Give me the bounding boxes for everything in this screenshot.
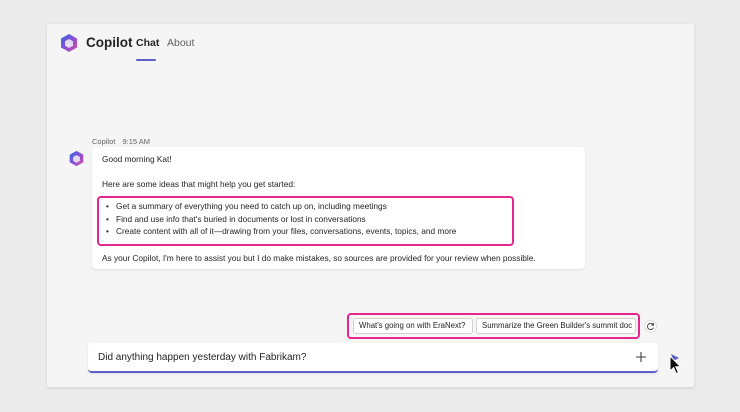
refresh-icon[interactable] [644, 320, 657, 333]
idea-item: Get a summary of everything you need to … [106, 201, 456, 215]
suggestion-chip-green-builder[interactable]: Summarize the Green Builder's summit doc [476, 318, 636, 334]
message-sender: Copilot [92, 137, 116, 146]
suggestions-highlight: What's going on with EraNext? Summarize … [347, 313, 640, 339]
ideas-highlight: Get a summary of everything you need to … [97, 196, 514, 246]
message-time: 9:15 AM [122, 137, 150, 146]
message-meta: Copilot 9:15 AM [92, 137, 150, 146]
copilot-logo-icon [61, 34, 77, 52]
app-header: Copilot Chat About [47, 24, 694, 62]
message-composer [88, 343, 658, 373]
mouse-pointer-icon [669, 355, 682, 375]
copilot-avatar-icon [69, 150, 84, 167]
message-intro: Here are some ideas that might help you … [102, 179, 296, 189]
active-tab-indicator [136, 59, 156, 61]
tab-about[interactable]: About [167, 37, 194, 49]
suggestion-chip-eranext[interactable]: What's going on with EraNext? [353, 318, 473, 334]
message-greeting: Good morning Kat! [102, 154, 172, 164]
idea-item: Create content with all of it—drawing fr… [106, 226, 456, 240]
message-outro: As your Copilot, I'm here to assist you … [102, 253, 536, 263]
message-input[interactable] [98, 348, 618, 366]
ideas-list: Get a summary of everything you need to … [106, 201, 456, 240]
tab-chat[interactable]: Chat [136, 37, 159, 49]
app-title: Copilot [86, 35, 133, 50]
plus-icon[interactable] [635, 351, 647, 363]
copilot-message-bubble: Good morning Kat! Here are some ideas th… [92, 147, 585, 269]
copilot-window: Copilot Chat About Copilot 9:15 AM Good … [47, 24, 694, 387]
